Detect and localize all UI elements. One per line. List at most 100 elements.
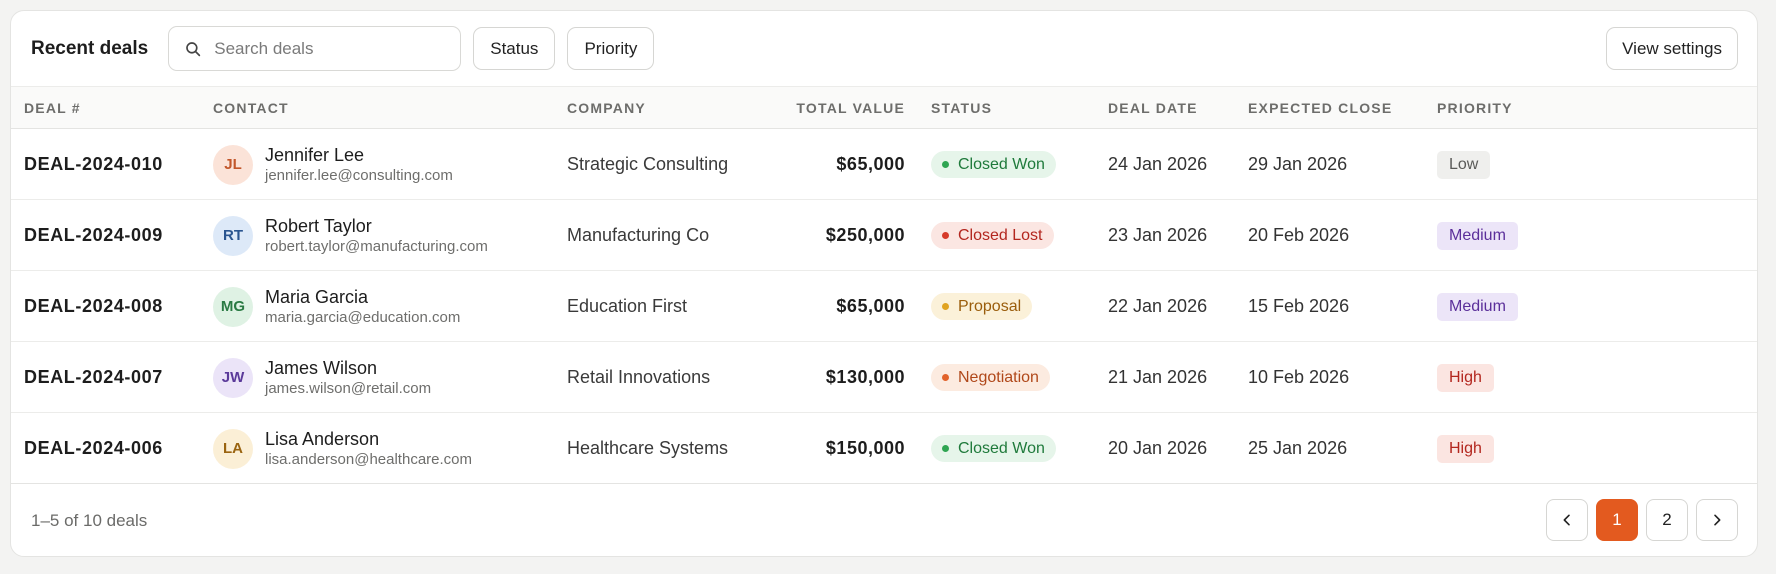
- column-header-company[interactable]: COMPANY: [567, 87, 646, 130]
- deal-date: 22 Jan 2026: [1108, 296, 1208, 316]
- contact-name: James Wilson: [265, 358, 378, 378]
- table-row[interactable]: DEAL-2024-006 LA Lisa Anderson lisa.ande…: [11, 413, 1757, 484]
- priority-badge: High: [1437, 363, 1494, 392]
- company-name: Retail Innovations: [567, 367, 711, 387]
- table-body: DEAL-2024-010 JL Jennifer Lee jennifer.l…: [11, 129, 1757, 484]
- view-settings-button[interactable]: View settings: [1606, 27, 1738, 70]
- status-label: Negotiation: [958, 368, 1039, 386]
- expected-close-date: 15 Feb 2026: [1248, 296, 1350, 316]
- status-cell: Closed Won: [931, 413, 1056, 484]
- contact-cell: LA Lisa Anderson lisa.anderson@healthcar…: [213, 413, 472, 484]
- contact-email: robert.taylor@manufacturing.com: [265, 238, 488, 255]
- total-value: $65,000: [836, 154, 905, 174]
- priority-cell: Medium: [1437, 200, 1518, 271]
- contact-email: lisa.anderson@healthcare.com: [265, 451, 473, 468]
- contact-cell: JL Jennifer Lee jennifer.lee@consulting.…: [213, 129, 453, 200]
- contact-cell: JW James Wilson james.wilson@retail.com: [213, 342, 431, 413]
- column-header-priority[interactable]: PRIORITY: [1437, 87, 1513, 130]
- contact-cell: RT Robert Taylor robert.taylor@manufactu…: [213, 200, 488, 271]
- priority-filter-button[interactable]: Priority: [567, 27, 655, 70]
- status-dot-icon: [942, 374, 949, 381]
- search-icon: [186, 41, 201, 56]
- table-row[interactable]: DEAL-2024-008 MG Maria Garcia maria.garc…: [11, 271, 1757, 342]
- avatar: RT: [213, 215, 253, 256]
- priority-cell: High: [1437, 342, 1494, 413]
- deal-date: 24 Jan 2026: [1108, 154, 1208, 174]
- expected-close-date: 10 Feb 2026: [1248, 367, 1350, 387]
- status-cell: Proposal: [931, 271, 1033, 342]
- contact-email: jennifer.lee@consulting.com: [265, 167, 453, 184]
- column-header-contact[interactable]: CONTACT: [213, 87, 289, 130]
- contact-name: Maria Garcia: [265, 287, 369, 307]
- priority-badge: High: [1437, 434, 1494, 463]
- status-label: Closed Won: [958, 155, 1045, 173]
- status-badge: Closed Won: [931, 151, 1056, 178]
- search-box[interactable]: [168, 26, 462, 71]
- page-button-1[interactable]: 1: [1596, 499, 1638, 541]
- table-row[interactable]: DEAL-2024-007 JW James Wilson james.wils…: [11, 342, 1757, 413]
- contact-cell: MG Maria Garcia maria.garcia@education.c…: [213, 271, 460, 342]
- column-header-total-value[interactable]: TOTAL VALUE: [791, 87, 905, 130]
- status-cell: Closed Won: [931, 129, 1056, 200]
- deal-id[interactable]: DEAL-2024-007: [24, 342, 163, 413]
- page-title: Recent deals: [31, 37, 149, 59]
- priority-cell: Medium: [1437, 271, 1518, 342]
- table-footer: 1–5 of 10 deals 1 2: [11, 484, 1757, 556]
- status-cell: Negotiation: [931, 342, 1050, 413]
- contact-name: Robert Taylor: [265, 216, 372, 236]
- expected-close-date: 29 Jan 2026: [1248, 154, 1348, 174]
- pagination: 1 2: [1546, 499, 1738, 541]
- table-row[interactable]: DEAL-2024-010 JL Jennifer Lee jennifer.l…: [11, 129, 1757, 200]
- status-badge: Closed Lost: [931, 222, 1054, 249]
- company-name: Manufacturing Co: [567, 225, 710, 245]
- deal-id[interactable]: DEAL-2024-010: [24, 129, 163, 200]
- table-header: DEAL # CONTACT COMPANY TOTAL VALUE STATU…: [11, 86, 1757, 129]
- column-header-expected-close[interactable]: EXPECTED CLOSE: [1248, 87, 1392, 130]
- deal-date: 20 Jan 2026: [1108, 438, 1208, 458]
- deal-id[interactable]: DEAL-2024-008: [24, 271, 163, 342]
- priority-badge: Low: [1437, 150, 1491, 179]
- prev-page-button[interactable]: [1546, 499, 1588, 541]
- status-label: Closed Won: [958, 439, 1045, 457]
- toolbar: Recent deals Status Priority View settin…: [11, 11, 1757, 86]
- search-input[interactable]: [214, 38, 445, 59]
- priority-cell: High: [1437, 413, 1494, 484]
- contact-name: Lisa Anderson: [265, 429, 380, 449]
- status-label: Closed Lost: [958, 226, 1043, 244]
- status-badge: Negotiation: [931, 364, 1050, 391]
- expected-close-date: 20 Feb 2026: [1248, 225, 1350, 245]
- status-dot-icon: [942, 232, 949, 239]
- priority-cell: Low: [1437, 129, 1491, 200]
- contact-name: Jennifer Lee: [265, 145, 365, 165]
- deal-id[interactable]: DEAL-2024-009: [24, 200, 163, 271]
- page-button-2[interactable]: 2: [1646, 499, 1688, 541]
- total-value: $250,000: [825, 225, 905, 245]
- priority-badge: Medium: [1437, 221, 1518, 250]
- chevron-right-icon: [1714, 514, 1721, 526]
- deal-date: 23 Jan 2026: [1108, 225, 1208, 245]
- chevron-left-icon: [1563, 514, 1570, 526]
- company-name: Strategic Consulting: [567, 154, 729, 174]
- deal-date: 21 Jan 2026: [1108, 367, 1208, 387]
- status-dot-icon: [942, 303, 949, 310]
- avatar: JW: [213, 357, 253, 398]
- column-header-deal-date[interactable]: DEAL DATE: [1108, 87, 1198, 130]
- total-value: $150,000: [825, 438, 905, 458]
- status-badge: Closed Won: [931, 435, 1056, 462]
- deal-id[interactable]: DEAL-2024-006: [24, 413, 163, 484]
- status-dot-icon: [942, 161, 949, 168]
- total-value: $65,000: [836, 296, 905, 316]
- contact-email: james.wilson@retail.com: [265, 380, 432, 397]
- expected-close-date: 25 Jan 2026: [1248, 438, 1348, 458]
- avatar: MG: [213, 286, 253, 327]
- column-header-deal[interactable]: DEAL #: [24, 87, 81, 130]
- table-row[interactable]: DEAL-2024-009 RT Robert Taylor robert.ta…: [11, 200, 1757, 271]
- status-filter-button[interactable]: Status: [473, 27, 556, 70]
- status-cell: Closed Lost: [931, 200, 1054, 271]
- avatar: JL: [213, 144, 253, 185]
- avatar: LA: [213, 428, 253, 469]
- company-name: Healthcare Systems: [567, 438, 729, 458]
- status-dot-icon: [942, 445, 949, 452]
- next-page-button[interactable]: [1696, 499, 1738, 541]
- column-header-status[interactable]: STATUS: [931, 87, 992, 130]
